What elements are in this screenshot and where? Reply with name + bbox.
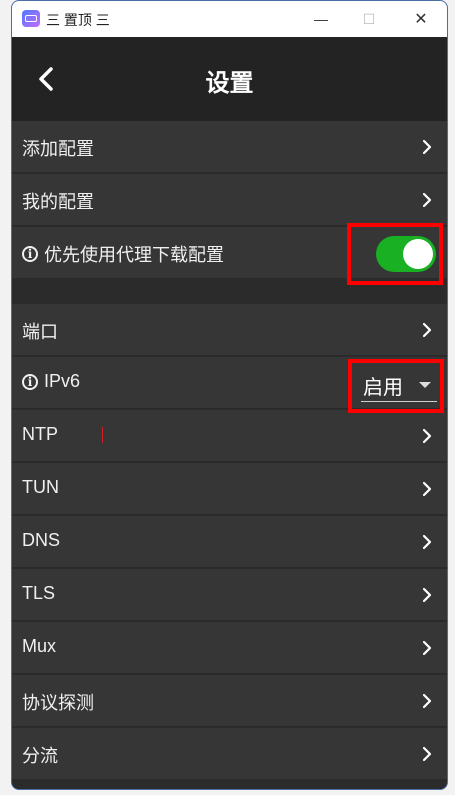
list-item-tls[interactable]: TLS: [12, 569, 447, 621]
list-item-label: 添加配置: [22, 139, 94, 159]
list-item-my-config[interactable]: 我的配置: [12, 174, 447, 226]
chevron-right-icon: [422, 139, 432, 155]
chevron-right-icon: [422, 322, 432, 338]
chevron-right-icon: [422, 428, 432, 444]
list-item-label: TLS: [22, 583, 56, 603]
window-titlebar[interactable]: 三 置顶 三 — ☐ ✕: [12, 1, 447, 37]
app-window: 三 置顶 三 — ☐ ✕ 设置 添加配置 我的配置 i 优先使用代理下载配置 端: [11, 0, 448, 790]
window-title: 三 置顶 三: [46, 12, 110, 28]
list-item-label: 协议探测: [22, 693, 94, 713]
list-item-ntp[interactable]: NTP: [12, 410, 447, 462]
list-item-protocol-sniffing[interactable]: 协议探测: [12, 675, 447, 727]
list-item-label: 分流: [22, 746, 58, 766]
caret-down-icon: [419, 382, 431, 388]
bottom-edge: [12, 783, 447, 789]
ipv6-select[interactable]: 启用: [361, 369, 437, 402]
minimize-button[interactable]: —: [297, 1, 345, 37]
maximize-button[interactable]: ☐: [345, 1, 393, 37]
list-item-add-config[interactable]: 添加配置: [12, 121, 447, 173]
chevron-right-icon: [422, 746, 432, 762]
list-item-label-group: i IPv6: [22, 371, 80, 392]
list-item-routing[interactable]: 分流: [12, 728, 447, 780]
toggle-knob: [403, 239, 433, 269]
chevron-right-icon: [422, 693, 432, 709]
list-item-port[interactable]: 端口: [12, 304, 447, 356]
list-item-label: TUN: [22, 477, 59, 497]
close-button[interactable]: ✕: [397, 1, 445, 37]
info-icon[interactable]: i: [22, 373, 38, 390]
proxy-download-toggle[interactable]: [376, 236, 436, 272]
list-item-label: DNS: [22, 530, 61, 550]
list-item-dns[interactable]: DNS: [12, 516, 447, 568]
chevron-right-icon: [422, 481, 432, 497]
chevron-right-icon: [422, 587, 432, 603]
list-item-tun[interactable]: TUN: [12, 463, 447, 515]
list-item-mux[interactable]: Mux: [12, 622, 447, 674]
chevron-right-icon: [422, 534, 432, 550]
app-icon: [22, 10, 40, 27]
page-title: 设置: [205, 70, 254, 97]
list-item-label: 端口: [22, 322, 58, 342]
list-item-label: Mux: [22, 636, 57, 656]
list-item-label: NTP: [22, 424, 58, 444]
list-item-label: 我的配置: [22, 192, 94, 212]
info-icon[interactable]: i: [22, 246, 38, 262]
list-item-label-group: i 优先使用代理下载配置: [22, 241, 224, 267]
list-item-label: 优先使用代理下载配置: [44, 245, 224, 265]
list-item-label: IPv6: [44, 371, 81, 391]
chevron-right-icon: [422, 640, 432, 656]
ipv6-select-value: 启用: [363, 377, 403, 399]
chevron-right-icon: [422, 192, 432, 208]
text-cursor-mark: [102, 427, 103, 443]
page-header: 设置: [12, 37, 447, 121]
